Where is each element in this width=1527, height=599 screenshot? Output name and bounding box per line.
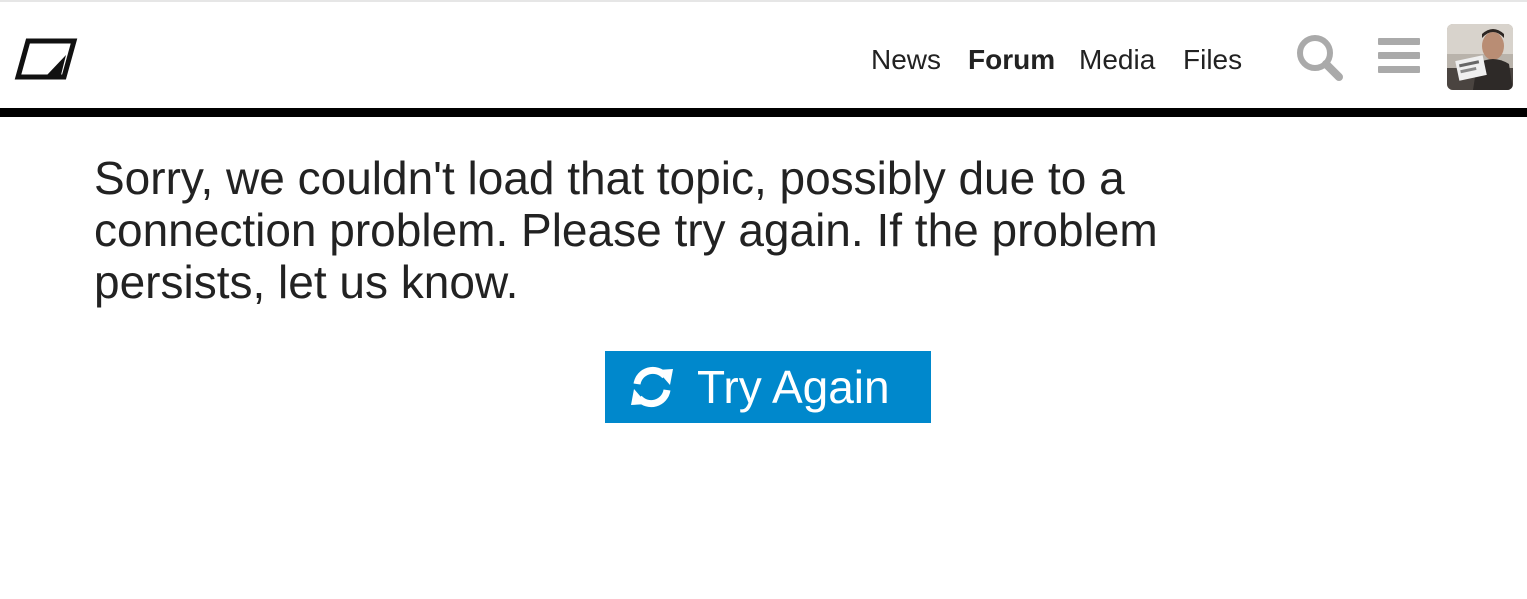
search-icon[interactable] (1294, 32, 1346, 84)
nav-item-news[interactable]: News (871, 40, 941, 80)
header-divider (0, 108, 1527, 117)
nav-item-media[interactable]: Media (1079, 40, 1155, 80)
avatar-image (1447, 24, 1513, 90)
site-header: News Forum Media Files (0, 2, 1527, 108)
nav-item-forum[interactable]: Forum (968, 40, 1055, 80)
try-again-button[interactable]: Try Again (605, 351, 931, 423)
hamburger-menu-icon[interactable] (1376, 36, 1422, 76)
try-again-label: Try Again (697, 361, 890, 413)
error-message: Sorry, we couldn't load that topic, poss… (94, 152, 1158, 308)
nav-item-files[interactable]: Files (1183, 40, 1242, 80)
user-avatar[interactable] (1447, 24, 1513, 90)
refresh-icon (631, 366, 673, 408)
